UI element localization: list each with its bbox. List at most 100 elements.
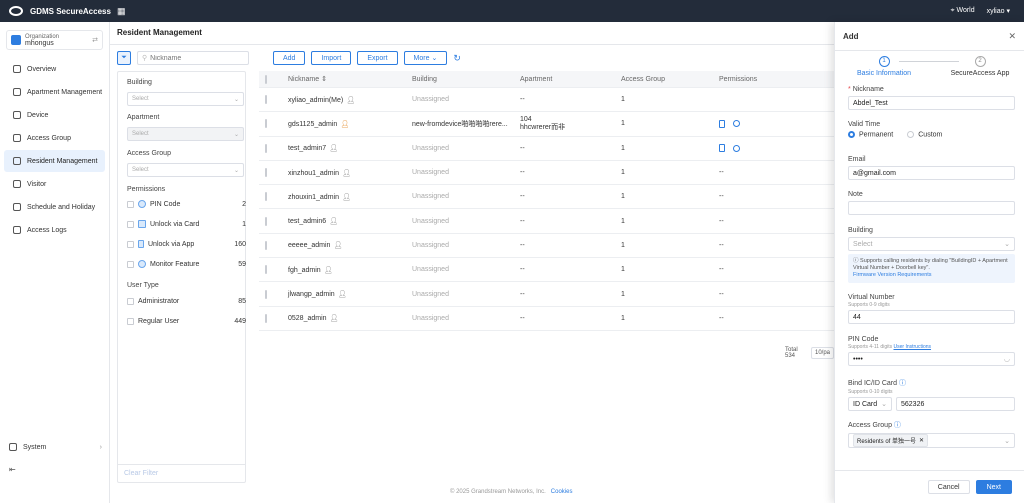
table-row[interactable]: zhouxin1_admin 👤︎ Unassigned -- 1 --	[259, 185, 835, 210]
sidebar-item-resident-management[interactable]: Resident Management	[4, 150, 105, 172]
step-basic-information: 1 Basic Information	[856, 56, 912, 77]
email-input[interactable]: a@gmail.com	[848, 166, 1015, 180]
row-checkbox[interactable]	[265, 313, 267, 323]
custom-radio[interactable]: Custom	[907, 131, 942, 138]
access-group-select[interactable]: Residents of 单独一号 ✕ ⌄	[848, 433, 1015, 448]
row-checkbox[interactable]	[265, 240, 267, 250]
row-checkbox[interactable]	[265, 119, 267, 129]
sidebar-item-apartment-management[interactable]: Apartment Management	[4, 81, 105, 103]
table-row[interactable]: 0528_admin 👤︎ Unassigned -- 1 --	[259, 307, 835, 331]
close-icon[interactable]: ✕	[1008, 31, 1016, 42]
page-size-select[interactable]: 10/pa	[810, 347, 834, 359]
access-group-filter-label: Access Group	[127, 150, 171, 157]
table-row[interactable]: jlwangp_admin 👤︎ Unassigned -- 1 --	[259, 282, 835, 307]
virtual-number-input[interactable]: 44	[848, 310, 1015, 324]
sidebar-item-visitor[interactable]: Visitor	[4, 173, 105, 195]
export-button[interactable]: Export	[357, 51, 398, 65]
column-header-nickname[interactable]: Nickname ⇕	[288, 75, 412, 83]
column-header-building: Building	[412, 75, 437, 83]
card-type-select[interactable]: ID Card ⌄	[848, 397, 892, 411]
switch-icon[interactable]: ⇄	[92, 36, 98, 44]
sidebar-item-system[interactable]: System ›	[4, 437, 106, 457]
nickname-cell: jlwangp_admin 👤︎	[288, 291, 347, 299]
filter-toggle-button[interactable]: ⏷	[117, 51, 131, 65]
filter-panel: Building Select ⌄ Apartment Select ⌄ Acces…	[117, 71, 246, 483]
nickname-cell: test_admin6 👤︎	[288, 218, 339, 226]
remove-tag-icon[interactable]: ✕	[919, 437, 924, 444]
phone-icon	[719, 119, 725, 128]
import-button[interactable]: Import	[311, 51, 352, 65]
nickname-cell: gds1125_admin 👤︎	[288, 120, 350, 128]
cookies-link[interactable]: Cookies	[551, 489, 573, 495]
access-group-filter-select[interactable]: Select ⌄	[127, 163, 244, 177]
table-row[interactable]: xinzhou1_admin 👤︎ Unassigned -- 1 --	[259, 161, 835, 186]
access-group-cell: 1	[621, 241, 625, 249]
sidebar-item-overview[interactable]: Overview	[4, 58, 105, 80]
search-input[interactable]	[150, 54, 241, 62]
access-group-cell: 1	[621, 144, 625, 152]
clear-filter-button[interactable]: Clear Filter	[118, 464, 245, 482]
permanent-radio[interactable]: Permanent	[848, 131, 893, 138]
permission-filter-unlock-via-app[interactable]: Unlock via App 160	[127, 240, 246, 248]
apartment-filter-select[interactable]: Select ⌄	[127, 127, 244, 141]
table-row[interactable]: test_admin6 👤︎ Unassigned -- 1 --	[259, 209, 835, 234]
user-type-filter-regular-user[interactable]: Regular User 449	[127, 318, 246, 325]
refresh-icon[interactable]: ↻	[453, 53, 461, 64]
table-row[interactable]: gds1125_admin 👤︎ new-fromdevice啪啪啪啪rere...…	[259, 112, 835, 137]
more-button[interactable]: More ⌄	[403, 51, 448, 65]
row-checkbox[interactable]	[265, 265, 267, 275]
region-selector[interactable]: ⌖ World	[951, 7, 975, 15]
building-select[interactable]: Select ⌄	[848, 237, 1015, 251]
row-checkbox[interactable]	[265, 143, 267, 153]
table-row[interactable]: xyliao_admin(Me) 👤︎ Unassigned -- 1	[259, 88, 835, 113]
row-checkbox[interactable]	[265, 216, 267, 226]
apartment-cell: --	[520, 266, 525, 274]
select-all-checkbox[interactable]	[265, 74, 267, 84]
note-input[interactable]	[848, 201, 1015, 215]
add-resident-drawer: Add ✕ 1 Basic Information 2 SecureAccess Ap…	[834, 22, 1024, 503]
sidebar-item-schedule-and-holiday[interactable]: Schedule and Holiday	[4, 196, 105, 218]
card-number-input[interactable]: 562326	[896, 397, 1015, 411]
cancel-button[interactable]: Cancel	[927, 480, 970, 494]
calendar-icon	[13, 203, 21, 211]
next-button[interactable]: Next	[975, 480, 1012, 494]
sidebar-item-access-logs[interactable]: Access Logs	[4, 219, 105, 241]
collapse-sidebar-icon[interactable]: ⇤	[9, 465, 16, 474]
resident-icon	[13, 157, 21, 165]
building-cell: new-fromdevice啪啪啪啪rere...	[412, 120, 508, 128]
nickname-input[interactable]: Abdel_Test	[848, 96, 1015, 110]
firmware-version-link[interactable]: Firmware Version Requirements	[853, 272, 932, 278]
sidebar-item-device[interactable]: Device	[4, 104, 105, 126]
checkbox[interactable]	[127, 298, 134, 305]
add-button[interactable]: Add	[273, 51, 306, 65]
pin-code-input[interactable]: •••• ◡	[848, 352, 1015, 366]
permission-filter-pin-code[interactable]: PIN Code 2	[127, 200, 246, 208]
user-menu[interactable]: xyliao ▾	[987, 7, 1010, 15]
user-instructions-link[interactable]: User Instructions	[894, 344, 932, 350]
building-filter-select[interactable]: Select ⌄	[127, 92, 244, 106]
checkbox[interactable]	[127, 240, 134, 248]
user-type-filter-administrator[interactable]: Administrator 85	[127, 298, 246, 305]
permission-filter-monitor-feature[interactable]: Monitor Feature 59	[127, 260, 246, 268]
row-checkbox[interactable]	[265, 192, 267, 202]
table-row[interactable]: fgh_admin 👤︎ Unassigned -- 1 --	[259, 258, 835, 283]
table-row[interactable]: test_admin7 👤︎ Unassigned -- 1	[259, 137, 835, 161]
checkbox[interactable]	[127, 318, 134, 325]
row-checkbox[interactable]	[265, 289, 267, 299]
app-grid-icon[interactable]: ▦	[117, 6, 126, 17]
organization-switcher[interactable]: Organization mhongus ⇄	[6, 30, 103, 50]
checkbox[interactable]	[127, 200, 134, 208]
row-checkbox[interactable]	[265, 168, 267, 178]
permission-filter-unlock-via-card[interactable]: Unlock via Card 1	[127, 220, 246, 228]
checkbox[interactable]	[127, 220, 134, 228]
row-checkbox[interactable]	[265, 95, 267, 105]
apartment-cell: 104 hhcwrerer而非	[520, 115, 566, 131]
user-icon: 👤︎	[333, 242, 343, 250]
nickname-cell: fgh_admin 👤︎	[288, 266, 333, 274]
page-title: Resident Management	[117, 28, 202, 37]
eye-icon[interactable]: ◡	[1004, 355, 1010, 363]
table-row[interactable]: eeeee_admin 👤︎ Unassigned -- 1 --	[259, 234, 835, 259]
sidebar-item-access-group[interactable]: Access Group	[4, 127, 105, 149]
building-cell: Unassigned	[412, 217, 449, 225]
checkbox[interactable]	[127, 260, 134, 268]
